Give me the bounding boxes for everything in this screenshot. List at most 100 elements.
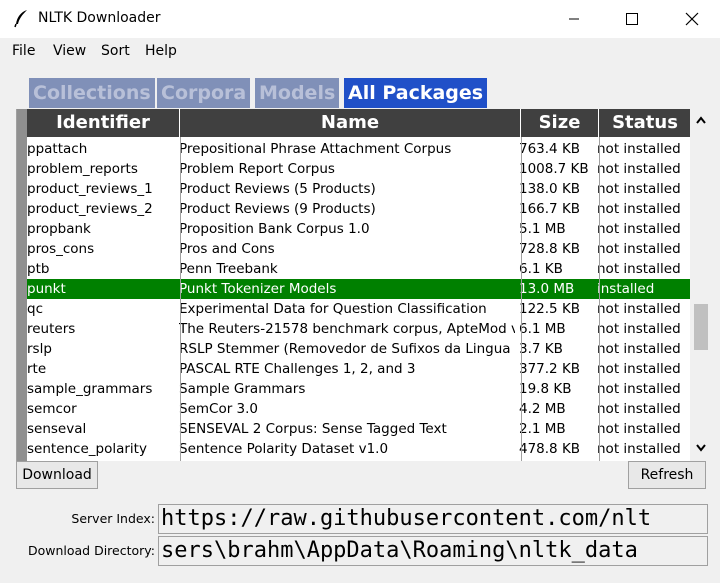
column-header-name[interactable]: Name xyxy=(180,109,521,137)
cell-name: Experimental Data for Question Classific… xyxy=(179,301,487,317)
menu-sort[interactable]: Sort xyxy=(101,43,130,59)
cell-size: 19.8 KB xyxy=(519,381,572,397)
cell-status: not installed xyxy=(597,221,681,237)
packages-table: Identifier Name Size Status ppattach Prep… xyxy=(16,109,691,461)
menu-file[interactable]: File xyxy=(12,43,35,59)
download-directory-label: Download Directory: xyxy=(27,543,155,558)
cell-identifier: punkt xyxy=(27,281,66,297)
cell-size: 1008.7 KB xyxy=(519,161,589,177)
cell-name: Proposition Bank Corpus 1.0 xyxy=(179,221,370,237)
column-divider xyxy=(521,137,522,461)
cell-name: The Reuters-21578 benchmark corpus, Apte… xyxy=(179,321,515,337)
maximize-button[interactable] xyxy=(609,0,655,38)
cell-identifier: problem_reports xyxy=(27,161,138,177)
cell-size: 763.4 KB xyxy=(519,141,581,157)
table-row[interactable]: product_reviews_1 Product Reviews (5 Prod… xyxy=(27,179,691,199)
cell-name: Product Reviews (5 Products) xyxy=(179,181,376,197)
cell-status: installed xyxy=(597,281,655,297)
scrollbar-thumb[interactable] xyxy=(694,304,708,350)
cell-status: not installed xyxy=(597,201,681,217)
tab-all-packages[interactable]: All Packages xyxy=(344,78,488,108)
cell-name: Penn Treebank xyxy=(179,261,278,277)
maximize-icon xyxy=(626,13,638,25)
cell-identifier: sample_grammars xyxy=(27,381,153,397)
scroll-up-icon[interactable] xyxy=(695,115,707,125)
column-header-status[interactable]: Status xyxy=(599,109,691,137)
cell-status: not installed xyxy=(597,341,681,357)
table-row[interactable]: ptb Penn Treebank 6.1 KB not installed xyxy=(27,259,691,279)
column-header-size[interactable]: Size xyxy=(521,109,599,137)
cell-size: 4.2 MB xyxy=(519,401,566,417)
close-button[interactable] xyxy=(669,0,715,38)
cell-identifier: ptb xyxy=(27,261,50,277)
cell-name: Problem Report Corpus xyxy=(179,161,335,177)
minimize-icon xyxy=(569,18,579,20)
title-bar: NLTK Downloader xyxy=(0,0,720,38)
table-row[interactable]: problem_reports Problem Report Corpus 1008… xyxy=(27,159,691,179)
cell-name: Product Reviews (9 Products) xyxy=(179,201,376,217)
cell-status: not installed xyxy=(597,181,681,197)
table-row[interactable]: rslp RSLP Stemmer (Removedor de Sufixos d… xyxy=(27,339,691,359)
table-row[interactable]: product_reviews_2 Product Reviews (9 Prod… xyxy=(27,199,691,219)
table-row[interactable]: pros_cons Pros and Cons 728.8 KB not instal… xyxy=(27,239,691,259)
cell-status: not installed xyxy=(597,301,681,317)
cell-identifier: product_reviews_1 xyxy=(27,181,153,197)
cell-identifier: sentence_polarity xyxy=(27,441,147,457)
cell-status: not installed xyxy=(597,401,681,417)
cell-size: 6.1 MB xyxy=(519,321,566,337)
cell-size: 5.1 MB xyxy=(519,221,566,237)
tab-corpora[interactable]: Corpora xyxy=(157,78,251,108)
cell-identifier: semcor xyxy=(27,401,77,417)
cell-name: Sample Grammars xyxy=(179,381,306,397)
cell-name: SENSEVAL 2 Corpus: Sense Tagged Text xyxy=(179,421,447,437)
menu-bar: File View Sort Help xyxy=(0,38,720,64)
table-row[interactable]: sample_grammars Sample Grammars 19.8 KB not… xyxy=(27,379,691,399)
table-row[interactable]: rte PASCAL RTE Challenges 1, 2, and 3 377.… xyxy=(27,359,691,379)
cell-name: RSLP Stemmer (Removedor de Sufixos da Li… xyxy=(179,341,515,357)
table-row[interactable]: reuters The Reuters-21578 benchmark corpu… xyxy=(27,319,691,339)
cell-status: not installed xyxy=(597,261,681,277)
refresh-button[interactable]: Refresh xyxy=(628,461,706,489)
cell-size: 166.7 KB xyxy=(519,201,581,217)
cell-status: not installed xyxy=(597,441,681,457)
table-scrollbar[interactable] xyxy=(690,109,712,461)
cell-name: Pros and Cons xyxy=(179,241,275,257)
cell-size: 377.2 KB xyxy=(519,361,581,377)
cell-status: not installed xyxy=(597,361,681,377)
scroll-down-icon[interactable] xyxy=(695,443,707,453)
cell-identifier: senseval xyxy=(27,421,87,437)
cell-status: not installed xyxy=(597,161,681,177)
column-header-identifier[interactable]: Identifier xyxy=(27,109,180,137)
cell-identifier: reuters xyxy=(27,321,76,337)
table-row[interactable]: punkt Punkt Tokenizer Models 13.0 MB instal… xyxy=(27,279,691,299)
minimize-button[interactable] xyxy=(551,0,597,38)
cell-status: not installed xyxy=(597,321,681,337)
menu-help[interactable]: Help xyxy=(145,43,177,59)
cell-identifier: rslp xyxy=(27,341,52,357)
cell-size: 3.7 KB xyxy=(519,341,563,357)
cell-identifier: qc xyxy=(27,301,43,317)
tab-collections[interactable]: Collections xyxy=(29,78,155,108)
table-row[interactable]: qc Experimental Data for Question Classif… xyxy=(27,299,691,319)
cell-status: not installed xyxy=(597,141,681,157)
table-row[interactable]: senseval SENSEVAL 2 Corpus: Sense Tagged … xyxy=(27,419,691,439)
close-icon xyxy=(685,12,699,26)
table-row[interactable]: ppattach Prepositional Phrase Attachment … xyxy=(27,139,691,159)
download-button[interactable]: Download xyxy=(16,461,98,489)
table-row[interactable]: sentence_polarity Sentence Polarity Datas… xyxy=(27,439,691,459)
main-frame: Collections Corpora Models All Packages … xyxy=(0,64,720,583)
cell-name: Sentence Polarity Dataset v1.0 xyxy=(179,441,389,457)
cell-name: Punkt Tokenizer Models xyxy=(179,281,337,297)
row-header-strip xyxy=(17,109,27,461)
cell-identifier: ppattach xyxy=(27,141,88,157)
table-row[interactable]: propbank Proposition Bank Corpus 1.0 5.1 M… xyxy=(27,219,691,239)
cell-name: PASCAL RTE Challenges 1, 2, and 3 xyxy=(179,361,416,377)
tab-models[interactable]: Models xyxy=(255,78,340,108)
cell-identifier: pros_cons xyxy=(27,241,95,257)
menu-view[interactable]: View xyxy=(53,43,86,59)
table-row[interactable]: semcor SemCor 3.0 4.2 MB not installed xyxy=(27,399,691,419)
column-divider xyxy=(180,137,181,461)
cell-identifier: propbank xyxy=(27,221,91,237)
download-directory-field[interactable]: sers\brahm\AppData\Roaming\nltk_data xyxy=(158,536,708,566)
server-index-field[interactable]: https://raw.githubusercontent.com/nlt xyxy=(158,504,708,534)
